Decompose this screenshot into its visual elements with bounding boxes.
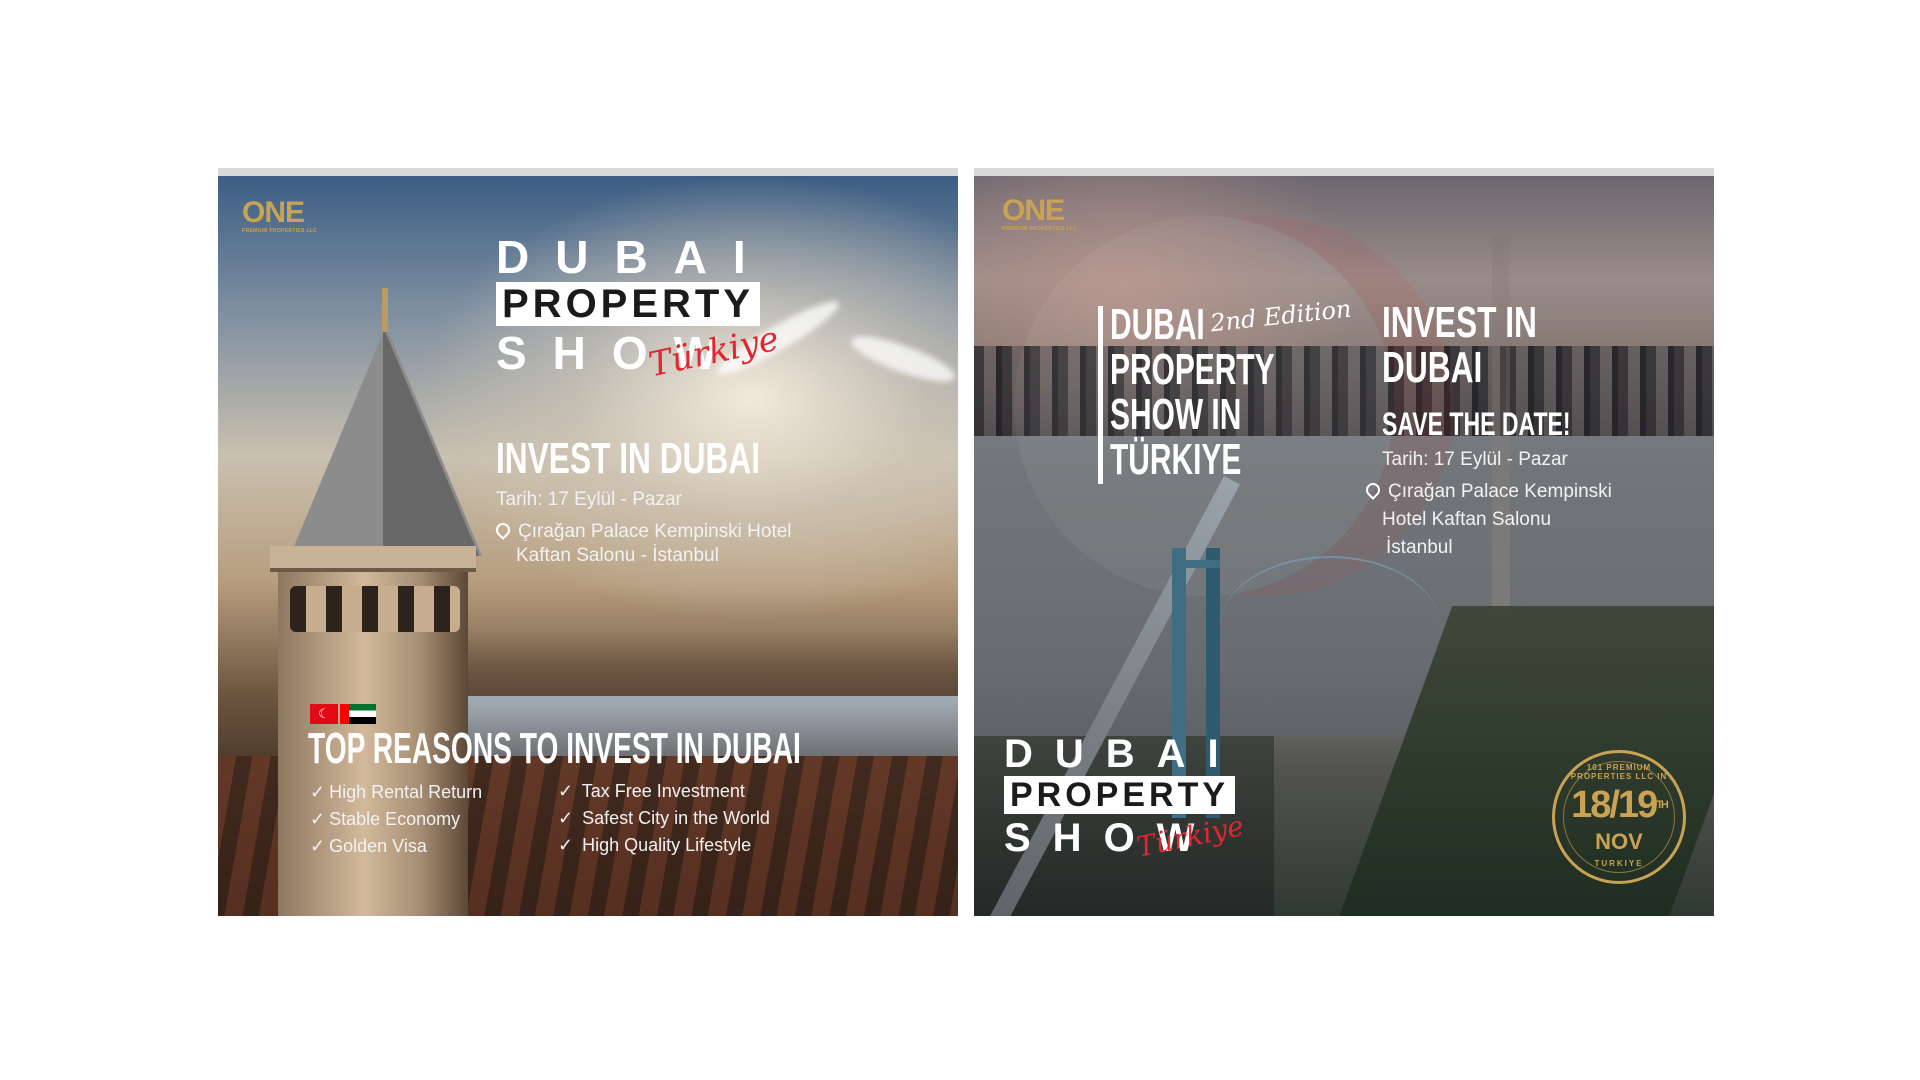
title-divider bbox=[1098, 306, 1103, 484]
title-property: PROPERTY bbox=[1004, 776, 1236, 814]
reason-item: ✓ High Quality Lifestyle bbox=[558, 835, 752, 855]
one-logo: ONE PREMIUM PROPERTIES LLC bbox=[242, 196, 317, 235]
event-date: Tarih: 17 Eylül - Pazar bbox=[1382, 449, 1568, 470]
flags: ☾ bbox=[310, 704, 376, 724]
tower-balcony bbox=[270, 546, 476, 572]
reasons-title: TOP REASONS TO INVEST IN DUBAI bbox=[308, 724, 801, 773]
city-skyline bbox=[418, 631, 958, 701]
reason-item: ✓ High Rental Return bbox=[310, 782, 483, 802]
tower-spire bbox=[382, 288, 388, 332]
uae-flag-icon bbox=[340, 704, 376, 724]
title-property: PROPERTY bbox=[496, 282, 761, 326]
tower-arches bbox=[290, 586, 460, 632]
reason-item: ✓ Tax Free Investment bbox=[558, 781, 745, 801]
invest-heading: INVEST IN DUBAI bbox=[496, 434, 761, 483]
event-location: Çırağan Palace Kempinski Hotel Kaftan Sa… bbox=[493, 520, 792, 568]
location-pin-icon bbox=[493, 520, 513, 540]
dubai-property-show-title-bottom: DUBAI PROPERTY SHOW Türkiye bbox=[1004, 732, 1247, 864]
left-title-line: SHOW IN bbox=[1110, 390, 1242, 439]
location-pin-icon bbox=[1363, 480, 1383, 500]
reason-item: ✓ Stable Economy bbox=[310, 809, 461, 829]
reason-item: ✓ Golden Visa bbox=[310, 836, 427, 856]
bridge-pylon-bar bbox=[1172, 560, 1220, 568]
poster-card-invest-dubai: ONE PREMIUM PROPERTIES LLC DUBAI PROPERT… bbox=[218, 168, 958, 916]
left-title-line: PROPERTY bbox=[1110, 345, 1275, 394]
badge-bottom-text: TURKIYE bbox=[1594, 859, 1644, 868]
tower-roof-shadow bbox=[383, 326, 479, 556]
title-dubai: DUBAI bbox=[1004, 732, 1241, 776]
save-the-date: SAVE THE DATE! bbox=[1382, 406, 1571, 442]
event-location: Çırağan Palace Kempinski Hotel Kaftan Sa… bbox=[1363, 478, 1612, 562]
invest-heading: INVEST IN DUBAI bbox=[1382, 298, 1537, 392]
reason-item: ✓ Safest City in the World bbox=[558, 808, 770, 828]
event-date-badge: 101 PREMIUM PROPERTIES LLC IN 18/19TH NO… bbox=[1552, 750, 1686, 884]
badge-date: 18/19TH bbox=[1571, 784, 1669, 826]
bridge-cable bbox=[1220, 556, 1440, 698]
badge-month: NOV bbox=[1595, 829, 1643, 854]
dubai-property-show-title: DUBAI PROPERTY SHOW Türkiye bbox=[496, 231, 782, 385]
turkey-flag-icon: ☾ bbox=[310, 704, 338, 724]
left-title-line: TÜRKIYE bbox=[1110, 435, 1242, 484]
event-date: Tarih: 17 Eylül - Pazar bbox=[496, 489, 682, 510]
one-logo: ONE PREMIUM PROPERTIES LLC bbox=[1002, 194, 1077, 233]
title-dubai: DUBAI bbox=[496, 231, 772, 283]
badge-ring-text: 101 PREMIUM PROPERTIES LLC IN bbox=[1570, 763, 1668, 781]
poster-card-save-the-date: ONE PREMIUM PROPERTIES LLC DUBAI PROPERT… bbox=[974, 168, 1714, 916]
